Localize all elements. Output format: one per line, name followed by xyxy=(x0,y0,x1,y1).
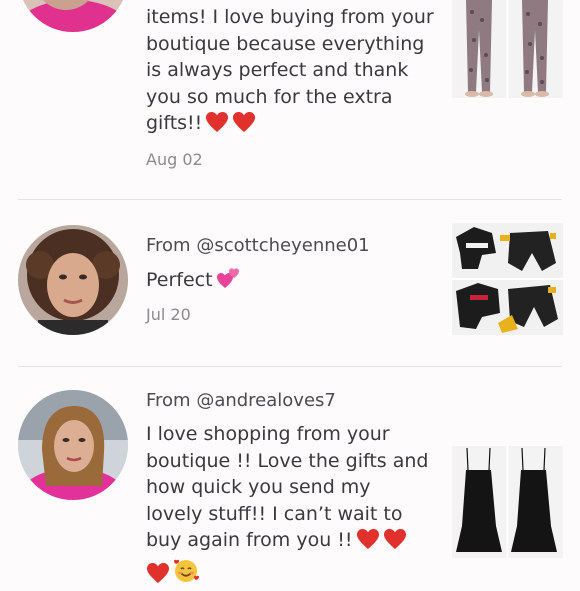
comment-line: lovely stuff!! I can’t wait to xyxy=(146,501,438,528)
comment-line: gifts!! xyxy=(146,112,202,134)
review-date: Aug 02 xyxy=(146,149,438,171)
comment-line: boutique because everything xyxy=(146,31,438,58)
review-item: From @andrealoves7 I love shopping from … xyxy=(0,367,580,580)
comment-line: I love shopping from your xyxy=(146,421,438,448)
two-hearts-icon xyxy=(216,266,242,298)
review-item: From @scottcheyenne01 Perfect Jul 20 xyxy=(0,200,580,366)
comment-line: is always perfect and thank xyxy=(146,57,438,84)
red-heart-icon xyxy=(205,111,229,141)
review-comment: I love shopping from your boutique !! Lo… xyxy=(146,421,438,591)
smiling-face-with-hearts-icon xyxy=(173,558,199,591)
product-thumbnail[interactable] xyxy=(452,223,563,335)
review-feed: items! I love buying from your boutique … xyxy=(0,0,580,580)
red-heart-icon xyxy=(383,528,407,558)
review-author[interactable]: From @scottcheyenne01 xyxy=(146,234,438,258)
avatar[interactable] xyxy=(18,225,128,335)
review-author[interactable]: From @andrealoves7 xyxy=(146,389,438,413)
comment-line: boutique !! Love the gifts and xyxy=(146,448,438,475)
review-comment: Perfect xyxy=(146,266,438,298)
product-thumbnail[interactable] xyxy=(452,0,563,98)
review-date: Jul 20 xyxy=(146,304,438,326)
review-item: items! I love buying from your boutique … xyxy=(0,0,580,200)
comment-line: how quick you send my xyxy=(146,474,438,501)
avatar[interactable] xyxy=(18,390,128,500)
red-heart-icon xyxy=(146,562,170,591)
comment-line: Perfect xyxy=(146,269,213,291)
review-comment: items! I love buying from your boutique … xyxy=(146,4,438,141)
avatar[interactable] xyxy=(18,0,128,32)
comment-line: items! I love buying from your xyxy=(146,4,438,31)
red-heart-icon xyxy=(356,528,380,558)
comment-line: buy again from you !! xyxy=(146,529,353,551)
product-thumbnail[interactable] xyxy=(452,446,563,558)
comment-line: you so much for the extra xyxy=(146,84,438,111)
red-heart-icon xyxy=(232,111,256,141)
